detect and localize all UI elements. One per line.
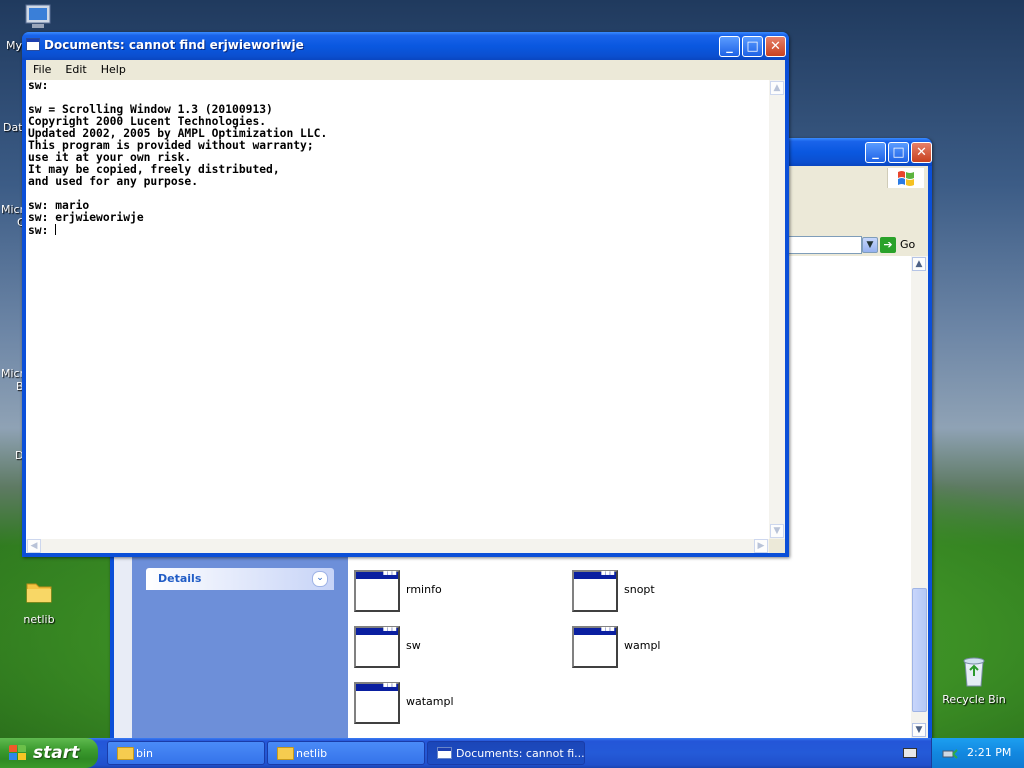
address-dropdown-icon[interactable]: ▼	[862, 237, 878, 253]
maximize-button[interactable]: □	[888, 142, 909, 163]
taskbar-button-label: Documents: cannot fi...	[456, 747, 585, 760]
desktop-icon-label: netlib	[23, 613, 55, 626]
file-name: snopt	[624, 583, 655, 596]
menu-bar: File Edit Help	[26, 60, 785, 80]
folder-icon	[26, 583, 52, 603]
console-line: and used for any purpose.	[28, 175, 199, 188]
sw-window: Documents: cannot find erjwieworiwje _ □…	[22, 32, 789, 557]
start-button[interactable]: start	[0, 738, 98, 768]
window-icon	[437, 747, 452, 759]
taskbar-button-documents[interactable]: Documents: cannot fi...	[427, 741, 585, 765]
desktop-label: Dat	[3, 121, 23, 134]
desktop-icon-label: Recycle Bin	[942, 693, 1006, 706]
menu-edit[interactable]: Edit	[58, 60, 93, 76]
minimize-button[interactable]: _	[719, 36, 740, 57]
task-pane: Details ⌄	[132, 538, 348, 738]
resize-grip[interactable]	[769, 539, 785, 553]
start-label: start	[33, 743, 80, 763]
recycle-bin-icon	[963, 657, 985, 687]
file-item[interactable]: snopt	[572, 568, 692, 618]
scroll-down-button[interactable]: ▼	[770, 524, 784, 538]
keyboard-icon[interactable]	[903, 748, 917, 758]
desktop-icon-recycle-bin[interactable]: Recycle Bin	[937, 656, 1011, 706]
app-window-icon	[26, 38, 40, 51]
pane-border	[114, 538, 132, 738]
details-panel-header[interactable]: Details ⌄	[146, 568, 334, 590]
console-line: sw:	[28, 80, 49, 92]
scroll-up-button[interactable]: ▲	[770, 81, 784, 95]
program-window-icon	[572, 568, 618, 612]
program-window-icon	[572, 624, 618, 668]
details-label: Details	[158, 572, 202, 585]
taskbar-button-label: bin	[136, 747, 154, 760]
program-window-icon	[354, 568, 400, 612]
windows-flag-icon	[898, 171, 914, 186]
file-item[interactable]: sw	[354, 624, 474, 674]
console-prompt-line: sw:	[28, 224, 56, 237]
chevron-down-icon[interactable]: ⌄	[312, 571, 328, 587]
desktop-label: My	[6, 39, 23, 52]
maximize-button[interactable]: □	[742, 36, 763, 57]
taskbar: start bin netlib Documents: cannot fi...…	[0, 738, 1024, 768]
folder-icon	[277, 747, 294, 760]
minimize-button[interactable]: _	[865, 142, 886, 163]
sw-title-bar[interactable]: Documents: cannot find erjwieworiwje _ □…	[22, 32, 789, 60]
desktop-label: Micr	[1, 367, 25, 380]
clock[interactable]: 2:21 PM	[967, 746, 1011, 759]
system-tray: 2:21 PM	[931, 738, 1024, 768]
taskbar-button-netlib[interactable]: netlib	[267, 741, 425, 765]
scroll-up-button[interactable]: ▲	[912, 257, 926, 271]
window-title: Documents: cannot find erjwieworiwje	[44, 38, 304, 52]
scroll-left-button[interactable]: ◀	[27, 539, 41, 553]
menu-help[interactable]: Help	[94, 60, 133, 76]
desktop-icon-netlib[interactable]: netlib	[2, 578, 76, 626]
folder-icon	[117, 747, 134, 760]
taskbar-button-label: netlib	[296, 747, 328, 760]
go-label: Go	[900, 238, 916, 251]
file-name: sw	[406, 639, 421, 652]
file-item[interactable]: rminfo	[354, 568, 474, 618]
console-hscrollbar[interactable]: ◀ ▶	[26, 539, 769, 553]
file-name: rminfo	[406, 583, 442, 596]
file-name: wampl	[624, 639, 661, 652]
menu-file[interactable]: File	[26, 60, 58, 76]
explorer-vscrollbar[interactable]: ▲ ▼	[911, 256, 928, 738]
close-button[interactable]: ✕	[911, 142, 932, 163]
taskbar-button-bin[interactable]: bin	[107, 741, 265, 765]
desktop-icon-my-computer[interactable]	[22, 4, 56, 32]
console-vscrollbar[interactable]: ▲ ▼	[769, 80, 785, 539]
program-window-icon	[354, 624, 400, 668]
file-item[interactable]: wampl	[572, 624, 692, 674]
console-output: sw: sw = Scrolling Window 1.3 (20100913)…	[26, 80, 769, 237]
console-line: sw: erjwieworiwje	[28, 211, 144, 224]
go-arrow-icon: ➔	[880, 237, 896, 253]
go-button[interactable]: ➔ Go	[880, 236, 915, 254]
windows-logo	[887, 168, 924, 188]
windows-flag-icon	[9, 745, 27, 761]
scroll-right-button[interactable]: ▶	[754, 539, 768, 553]
computer-icon	[25, 4, 51, 28]
program-window-icon	[354, 680, 400, 724]
file-item[interactable]: watampl	[354, 680, 474, 730]
scroll-down-button[interactable]: ▼	[912, 723, 926, 737]
file-name: watampl	[406, 695, 454, 708]
scroll-thumb[interactable]	[912, 588, 927, 712]
console-text-area[interactable]: sw: sw = Scrolling Window 1.3 (20100913)…	[26, 80, 769, 539]
desktop-label: Micr	[1, 203, 25, 216]
close-button[interactable]: ✕	[765, 36, 786, 57]
safely-remove-hardware-icon[interactable]	[942, 746, 958, 760]
text-caret	[55, 224, 57, 235]
